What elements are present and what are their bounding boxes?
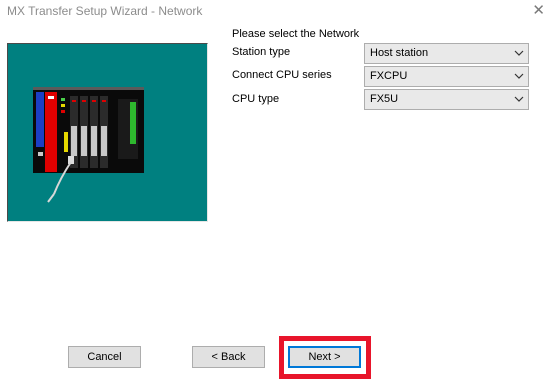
connect-cpu-series-label: Connect CPU series <box>232 69 332 81</box>
plc-io-led <box>82 100 86 102</box>
window-title: MX Transfer Setup Wizard - Network <box>7 4 203 18</box>
connect-cpu-series-select[interactable]: FXCPU <box>364 66 529 87</box>
plc-rack-illustration <box>33 87 144 203</box>
plc-led-red <box>61 110 65 113</box>
plc-io-terminal <box>91 126 97 156</box>
plc-io-led <box>102 100 106 102</box>
plc-led-green <box>61 98 65 101</box>
network-prompt: Please select the Network <box>232 28 360 40</box>
cpu-type-label: CPU type <box>232 93 280 105</box>
plc-power-module <box>36 92 44 147</box>
cpu-type-value: FX5U <box>370 93 399 105</box>
plc-yellow-strip <box>64 132 68 152</box>
close-icon[interactable]: ✕ <box>532 3 545 19</box>
plc-cpu-module <box>45 92 57 172</box>
connect-cpu-series-value: FXCPU <box>370 70 408 82</box>
plc-rack-top-edge <box>33 87 144 90</box>
back-button[interactable]: < Back <box>192 346 265 368</box>
plc-io-terminal <box>101 126 107 156</box>
chevron-down-icon[interactable] <box>513 70 525 82</box>
plc-illustration-panel <box>7 43 208 222</box>
plc-led-yellow <box>61 104 65 107</box>
plc-right-green-panel <box>130 102 136 144</box>
plc-cable-end <box>47 193 55 203</box>
plc-io-led <box>72 100 76 102</box>
title-bar: MX Transfer Setup Wizard - Network ✕ <box>0 0 557 24</box>
plc-io-led <box>92 100 96 102</box>
plc-cpu-label <box>48 96 54 99</box>
station-type-select[interactable]: Host station <box>364 43 529 64</box>
plc-io-terminal <box>81 126 87 156</box>
cpu-type-select[interactable]: FX5U <box>364 89 529 110</box>
chevron-down-icon[interactable] <box>513 47 525 59</box>
next-button[interactable]: Next > <box>288 346 361 368</box>
station-type-label: Station type <box>232 46 291 58</box>
cancel-button[interactable]: Cancel <box>68 346 141 368</box>
plc-io-terminal <box>71 126 77 156</box>
chevron-down-icon[interactable] <box>513 93 525 105</box>
station-type-value: Host station <box>370 47 429 59</box>
plc-socket <box>38 152 43 156</box>
